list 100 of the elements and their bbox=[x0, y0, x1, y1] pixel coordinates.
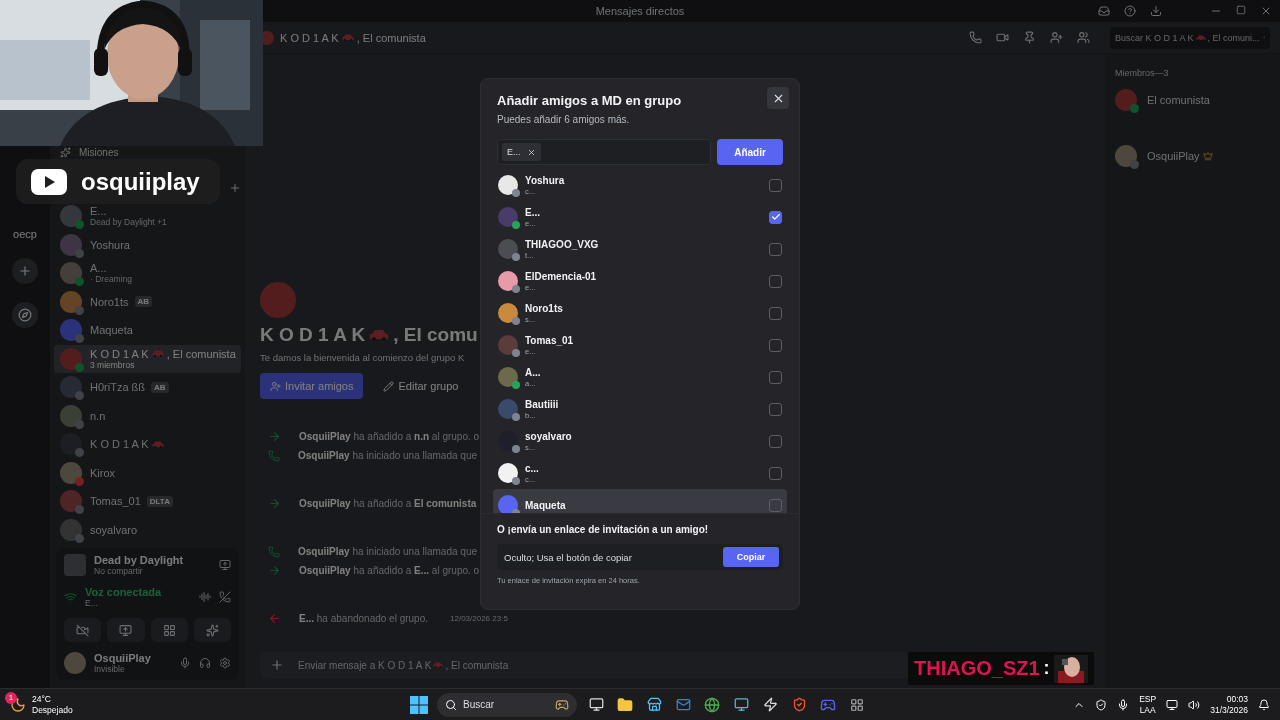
clock-date[interactable]: 31/3/2026 bbox=[1210, 704, 1248, 716]
dm-item[interactable]: Kirox bbox=[54, 458, 241, 487]
dm-item[interactable]: K O D 1 A K bbox=[54, 430, 241, 459]
network-icon[interactable] bbox=[1166, 698, 1179, 711]
share-screen-icon[interactable] bbox=[119, 623, 133, 637]
remove-icon[interactable] bbox=[526, 147, 536, 157]
pin-icon[interactable] bbox=[1023, 31, 1036, 44]
shield-icon[interactable] bbox=[791, 697, 807, 712]
soundboard-icon[interactable] bbox=[205, 623, 219, 637]
friend-name: soyalvaro bbox=[525, 430, 573, 442]
notification-icon[interactable] bbox=[1258, 698, 1270, 711]
call-icon[interactable] bbox=[969, 31, 982, 44]
store-icon[interactable] bbox=[646, 697, 662, 712]
microphone-icon[interactable] bbox=[1117, 698, 1130, 711]
inbox-icon[interactable] bbox=[1098, 5, 1110, 17]
settings-icon[interactable] bbox=[219, 657, 231, 669]
dm-item[interactable]: Maqueta bbox=[54, 316, 241, 345]
checkbox[interactable] bbox=[769, 498, 782, 512]
voice-channel: E... bbox=[85, 598, 99, 608]
add-button[interactable]: Añadir bbox=[717, 139, 783, 165]
arrow-right-icon bbox=[268, 430, 281, 443]
language[interactable]: ESP bbox=[1139, 693, 1157, 705]
keyboard-layout[interactable]: LAA bbox=[1139, 704, 1156, 716]
mail-icon[interactable] bbox=[675, 697, 691, 712]
checkbox[interactable] bbox=[769, 306, 782, 320]
checkbox[interactable] bbox=[769, 338, 782, 352]
compass-icon[interactable] bbox=[18, 308, 32, 322]
dm-item[interactable]: soyalvaro bbox=[54, 515, 241, 544]
avatar bbox=[1115, 89, 1137, 111]
dm-item[interactable]: H0riTza ßß AB bbox=[54, 373, 241, 402]
gamepad-icon bbox=[555, 697, 569, 712]
activity-subtitle: No compartir bbox=[94, 566, 143, 576]
checkbox[interactable] bbox=[769, 370, 782, 384]
lightning-icon[interactable] bbox=[762, 697, 778, 712]
car-icon bbox=[1195, 34, 1206, 41]
play-logo-icon bbox=[31, 168, 67, 195]
dm-name: K O D 1 A K bbox=[90, 438, 164, 451]
camera-off-icon[interactable] bbox=[76, 623, 90, 637]
member-item[interactable]: El comunista bbox=[1115, 86, 1270, 114]
dm-item[interactable]: Tomas_01 DLTA bbox=[54, 487, 241, 516]
dm-item[interactable]: E... Dead by Daylight +1 bbox=[54, 202, 241, 231]
phone-icon bbox=[268, 545, 280, 558]
copy-button[interactable]: Copiar bbox=[723, 547, 779, 567]
dm-item[interactable]: n.n bbox=[54, 401, 241, 430]
search-field[interactable]: Buscar K O D 1 A K , El comuni... bbox=[1110, 26, 1270, 49]
dm-item[interactable]: K O D 1 A K , El comunista 3 miembros bbox=[54, 344, 241, 373]
invite-link-field[interactable]: Oculto; Usa el botón de copiar Copiar bbox=[497, 544, 783, 570]
headphones-icon[interactable] bbox=[199, 657, 211, 669]
video-icon[interactable] bbox=[996, 31, 1009, 44]
checkbox[interactable] bbox=[769, 274, 782, 288]
dm-item[interactable]: Noro1ts AB bbox=[54, 287, 241, 316]
checkbox[interactable] bbox=[769, 242, 782, 256]
friend-row[interactable]: Maqueta bbox=[493, 489, 787, 513]
missions-icon[interactable] bbox=[60, 147, 71, 158]
car-icon bbox=[369, 329, 390, 341]
missions-link[interactable]: Misiones bbox=[79, 147, 119, 158]
friend-search-field[interactable]: E... bbox=[497, 139, 711, 165]
dm-item[interactable]: Yoshura bbox=[54, 230, 241, 259]
invite-heading: O ¡envía un enlace de invitación a un amigo! bbox=[497, 524, 710, 535]
search-icon bbox=[445, 698, 457, 711]
browser-icon[interactable] bbox=[704, 696, 720, 713]
weather-text: Despejado bbox=[32, 704, 73, 716]
server-label[interactable]: oecp bbox=[13, 228, 37, 240]
close-button[interactable] bbox=[767, 87, 789, 109]
maximize-icon[interactable] bbox=[1236, 5, 1246, 15]
screen-share-icon[interactable] bbox=[219, 559, 231, 571]
avatar bbox=[498, 207, 518, 227]
download-icon[interactable] bbox=[1150, 5, 1162, 17]
add-dm-icon[interactable] bbox=[229, 182, 241, 194]
invite-button[interactable]: Invitar amigos bbox=[260, 373, 364, 399]
task-view-icon[interactable] bbox=[588, 697, 604, 712]
folder-icon[interactable] bbox=[617, 696, 633, 713]
avatar bbox=[498, 399, 518, 419]
plus-icon[interactable] bbox=[18, 264, 32, 278]
security-icon[interactable] bbox=[1095, 698, 1108, 711]
add-user-icon[interactable] bbox=[1050, 31, 1063, 44]
disconnect-icon[interactable] bbox=[219, 591, 231, 603]
checkbox[interactable] bbox=[769, 210, 782, 224]
grid-icon[interactable] bbox=[850, 697, 864, 712]
dm-item[interactable]: A... · Dreaming bbox=[54, 259, 241, 288]
start-icon[interactable] bbox=[410, 695, 428, 714]
avatar bbox=[498, 463, 518, 483]
taskbar-search[interactable]: Buscar bbox=[437, 692, 577, 717]
activities-icon[interactable] bbox=[162, 623, 176, 637]
plus-icon[interactable] bbox=[270, 658, 284, 672]
volume-icon[interactable] bbox=[1188, 698, 1201, 711]
clock-time[interactable]: 00:03 bbox=[1226, 693, 1248, 705]
monitor-icon[interactable] bbox=[733, 697, 749, 712]
close-icon[interactable] bbox=[1260, 5, 1272, 17]
selected-chip[interactable]: E... bbox=[502, 143, 541, 161]
friend-name: Tomas_01 bbox=[525, 334, 575, 346]
checkbox[interactable] bbox=[769, 178, 782, 192]
edit-button[interactable]: Editar grupo bbox=[373, 373, 469, 399]
weather-icon[interactable] bbox=[10, 696, 26, 713]
checkbox[interactable] bbox=[769, 434, 782, 448]
help-icon[interactable] bbox=[1124, 5, 1136, 17]
checkbox[interactable] bbox=[769, 402, 782, 416]
member-item[interactable]: OsquiiPlay bbox=[1115, 142, 1270, 170]
checkbox[interactable] bbox=[769, 466, 782, 480]
members-icon[interactable] bbox=[1077, 31, 1090, 44]
